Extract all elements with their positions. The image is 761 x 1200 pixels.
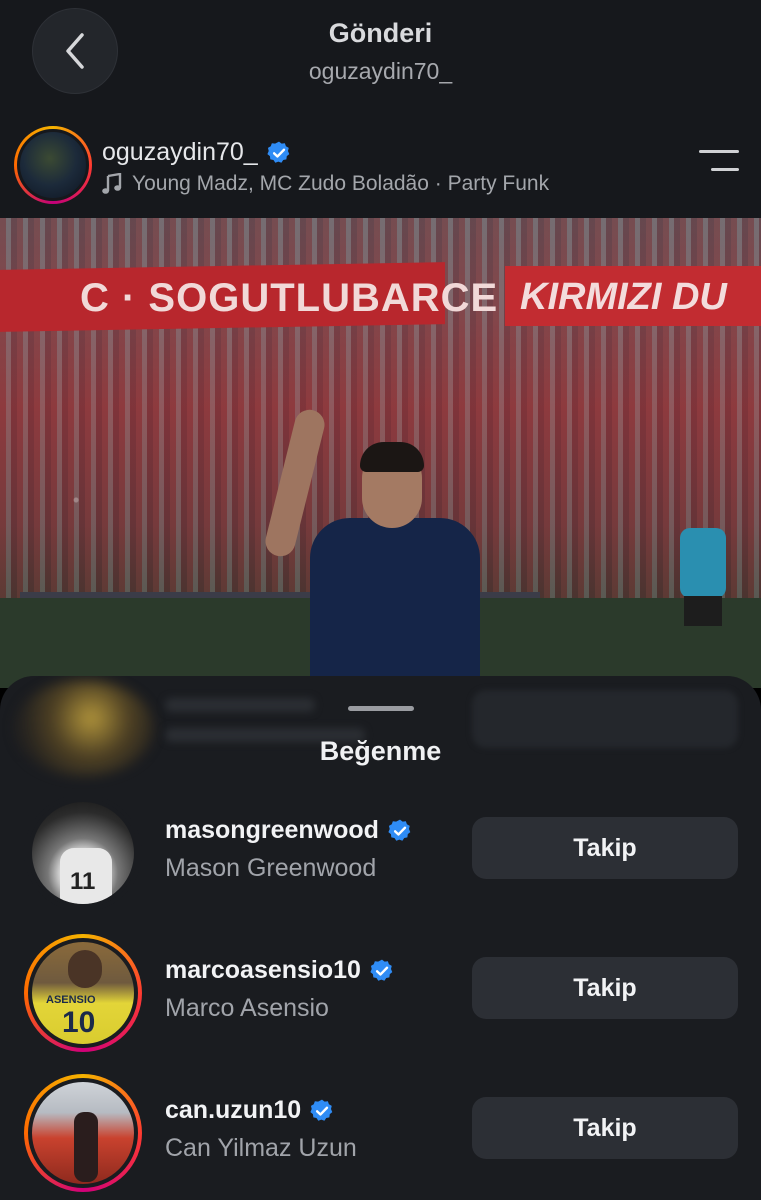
page-subtitle: oguzaydin70_ <box>308 58 453 84</box>
post-author-row: oguzaydin70_ Young Madz, MC Zudo Boladão… <box>0 110 761 218</box>
sheet-title: Beğenme <box>319 736 442 766</box>
follow-button[interactable]: Takip <box>472 1097 738 1159</box>
username-row[interactable]: can.uzun10 <box>165 1096 335 1125</box>
list-item[interactable]: can.uzun10 Can Yilmaz Uzun Takip <box>0 1074 761 1194</box>
avatar-label: ASENSIO <box>46 994 96 1006</box>
top-bar: Gönderi oguzaydin70_ <box>0 0 761 110</box>
author-username[interactable]: oguzaydin70_ <box>102 138 258 167</box>
username[interactable]: can.uzun10 <box>165 1096 301 1125</box>
verified-badge-icon <box>370 959 393 981</box>
username-row[interactable]: marcoasensio10 <box>165 956 395 985</box>
username[interactable]: marcoasensio10 <box>165 956 361 985</box>
post-music[interactable]: Young Madz, MC Zudo Boladão · Party Funk <box>102 172 549 196</box>
full-name: Can Yilmaz Uzun <box>165 1134 357 1162</box>
menu-lines-icon[interactable] <box>699 150 739 178</box>
avatar-number: 10 <box>62 1006 96 1039</box>
page-title: Gönderi <box>328 18 433 48</box>
avatar-number: 11 <box>70 868 96 895</box>
blurred-line <box>165 698 315 712</box>
list-item[interactable]: 11 masongreenwood Mason Greenwood Takip <box>0 794 761 914</box>
verified-badge-icon <box>267 141 289 163</box>
stadium-banner-left-text: C · SOGUTLUBARCE <box>80 276 499 320</box>
username[interactable]: masongreenwood <box>165 816 379 845</box>
follow-button[interactable]: Takip <box>472 957 738 1019</box>
music-note-icon <box>102 173 122 194</box>
avatar[interactable] <box>24 1074 142 1192</box>
username-row[interactable]: masongreenwood <box>165 816 413 845</box>
list-item[interactable]: ASENSIO 10 marcoasensio10 Marco Asensio … <box>0 934 761 1054</box>
verified-badge-icon <box>310 1099 333 1121</box>
author-avatar[interactable] <box>14 126 92 204</box>
player-figure <box>262 406 490 688</box>
referee-figure <box>680 508 726 668</box>
avatar[interactable]: ASENSIO 10 <box>24 934 142 1052</box>
follow-button[interactable]: Takip <box>472 817 738 879</box>
likes-sheet: Beğenme 11 masongreenwood Mason Greenwoo… <box>0 676 761 1200</box>
sheet-grabber[interactable] <box>348 706 414 711</box>
verified-badge-icon <box>388 819 411 841</box>
avatar[interactable]: 11 <box>24 794 142 912</box>
stadium-banner-right-text: KIRMIZI DU <box>520 276 727 318</box>
music-label: Young Madz, MC Zudo Boladão · Party Funk <box>132 172 550 195</box>
full-name: Mason Greenwood <box>165 854 377 882</box>
post-photo[interactable]: C · SOGUTLUBARCE KIRMIZI DU <box>0 218 761 688</box>
full-name: Marco Asensio <box>165 994 329 1022</box>
author-name-row[interactable]: oguzaydin70_ <box>102 138 292 167</box>
